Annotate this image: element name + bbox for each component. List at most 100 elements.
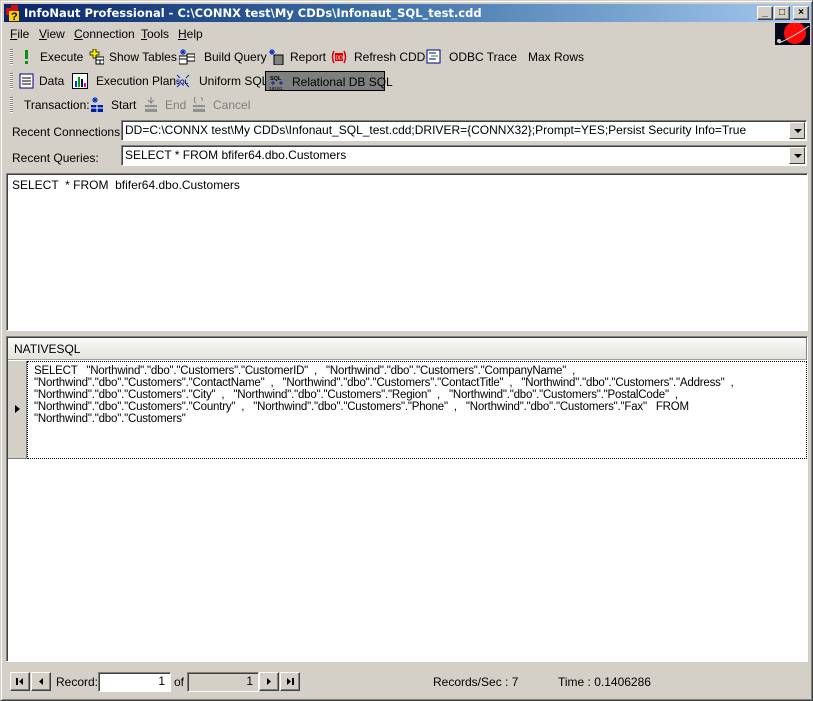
previous-record-icon — [39, 678, 43, 685]
query-time: Time : 0.1406286 — [558, 675, 651, 689]
last-record-icon — [287, 678, 294, 685]
title-bar[interactable]: ? InfoNaut Professional - C:\CONNX test\… — [4, 4, 811, 22]
first-record-icon — [16, 678, 23, 685]
report-label: Report — [290, 50, 327, 64]
refresh-cdd-label: Refresh CDD — [354, 50, 426, 64]
toolbar-grip[interactable] — [10, 73, 13, 89]
execute-button[interactable]: Execute — [19, 47, 83, 67]
refresh-cdd-icon: DD — [331, 50, 347, 64]
svg-text:SQL: SQL — [270, 76, 282, 82]
menu-help[interactable]: Help — [178, 27, 203, 41]
transaction-end-label: End — [165, 98, 187, 112]
menu-file[interactable]: File — [10, 27, 29, 41]
build-query-button[interactable]: Build Query — [179, 47, 267, 67]
brand-logo — [775, 23, 810, 45]
of-label: of — [174, 675, 185, 689]
relational-db-sql-label: Relational DB SQL — [292, 75, 393, 89]
record-navigation-bar: Record: 1 of 1 Records/Sec : 7 Time : 0.… — [1, 669, 811, 697]
bar-chart-icon — [72, 73, 88, 89]
transaction-start-label: Start — [111, 98, 137, 112]
execute-label: Execute — [40, 50, 84, 64]
maximize-button[interactable]: □ — [774, 6, 790, 20]
next-record-button[interactable] — [259, 672, 279, 691]
recent-connections-label: Recent Connections: — [12, 125, 124, 139]
max-rows-label: Max Rows — [528, 50, 585, 64]
next-record-icon — [267, 678, 271, 685]
transaction-label: Transaction: — [24, 98, 90, 112]
uniform-sql-icon: SQL — [176, 74, 190, 88]
max-rows-button[interactable]: Max Rows — [522, 47, 585, 67]
last-record-button[interactable] — [280, 672, 300, 691]
recent-connections-dropdown-button[interactable] — [789, 122, 805, 139]
uniform-sql-button[interactable]: SQL Uniform SQL — [175, 71, 268, 91]
menu-view-accel: V — [39, 27, 47, 41]
menu-bar: File View Connection Tools Help — [4, 24, 764, 44]
data-view-button[interactable]: Data — [19, 71, 67, 91]
minimize-icon: _ — [762, 7, 768, 18]
transaction-cancel-button[interactable]: Cancel — [191, 95, 251, 115]
close-button[interactable]: × — [793, 6, 809, 20]
data-icon — [19, 73, 34, 89]
data-view-label: Data — [39, 74, 65, 88]
report-icon — [269, 49, 284, 65]
show-tables-label: Show Tables — [109, 50, 177, 64]
maximize-icon: □ — [778, 7, 786, 18]
transaction-cancel-label: Cancel — [213, 98, 251, 112]
recent-connections-combo[interactable]: DD=C:\CONNX test\My CDDs\Infonaut_SQL_te… — [121, 120, 807, 141]
recent-queries-combo[interactable]: SELECT * FROM bfifer64.dbo.Customers — [121, 145, 807, 166]
svg-text:10101: 10101 — [269, 86, 283, 90]
menu-tools-label: ools — [147, 27, 170, 41]
current-record-input[interactable]: 1 — [98, 672, 171, 692]
svg-text:DD: DD — [336, 56, 344, 62]
odbc-trace-label: ODBC Trace — [449, 50, 518, 64]
odbc-trace-icon — [426, 49, 441, 64]
table-cell-nativesql[interactable]: SELECT "Northwind"."dbo"."Customers"."Cu… — [27, 361, 807, 459]
toolbar-grip[interactable] — [10, 97, 13, 113]
report-button[interactable]: Report — [268, 47, 328, 67]
menu-connection[interactable]: Connection — [74, 27, 135, 41]
execution-plan-button[interactable]: Execution Plan — [72, 71, 176, 91]
transaction-start-icon — [91, 97, 103, 112]
recent-connections-value: DD=C:\CONNX test\My CDDs\Infonaut_SQL_te… — [125, 123, 747, 137]
app-window: ? InfoNaut Professional - C:\CONNX test\… — [0, 0, 813, 701]
minimize-button[interactable]: _ — [757, 6, 773, 20]
window-title: InfoNaut Professional - C:\CONNX test\My… — [24, 6, 482, 20]
main-toolbar: Execute Show Tables Build Query Report D… — [7, 46, 594, 68]
records-per-sec: Records/Sec : 7 — [433, 675, 519, 689]
menu-file-label: ile — [17, 27, 30, 41]
app-icon: ? — [6, 5, 19, 21]
menu-help-label: elp — [186, 27, 203, 41]
transaction-toolbar: Transaction: Start End Cancel — [7, 94, 255, 116]
refresh-cdd-button[interactable]: DD Refresh CDD — [331, 47, 425, 67]
build-query-icon — [179, 49, 195, 65]
column-header-nativesql[interactable]: NATIVESQL — [8, 338, 807, 360]
view-toolbar: Data Execution Plan SQL Uniform SQL SQL 1… — [7, 70, 393, 92]
relational-sql-icon: SQL 10101 — [269, 76, 283, 90]
close-icon: × — [798, 7, 804, 18]
transaction-start-button[interactable]: Start — [89, 95, 139, 115]
transaction-end-button[interactable]: End — [143, 95, 187, 115]
planet-icon — [777, 23, 810, 44]
show-tables-icon — [89, 49, 104, 65]
sql-editor[interactable]: SELECT * FROM bfifer64.dbo.Customers — [6, 173, 808, 331]
svg-text:?: ? — [11, 11, 18, 21]
recent-queries-dropdown-button[interactable] — [789, 147, 805, 164]
uniform-sql-label: Uniform SQL — [199, 74, 269, 88]
menu-view-label: iew — [46, 27, 65, 41]
relational-db-sql-button[interactable]: SQL 10101 Relational DB SQL — [265, 71, 393, 91]
toolbar-grip[interactable] — [10, 49, 13, 65]
previous-record-button[interactable] — [31, 672, 51, 691]
menu-tools[interactable]: Tools — [141, 27, 169, 41]
row-selector[interactable] — [8, 361, 27, 459]
first-record-button[interactable] — [10, 672, 30, 691]
build-query-label: Build Query — [204, 50, 267, 64]
menu-connection-label: onnection — [82, 27, 135, 41]
current-row-arrow-icon — [15, 405, 20, 413]
show-tables-button[interactable]: Show Tables — [88, 47, 177, 67]
recent-queries-label: Recent Queries: — [12, 151, 99, 165]
menu-connection-accel: C — [74, 27, 83, 41]
exclamation-icon — [25, 50, 28, 64]
recent-queries-value: SELECT * FROM bfifer64.dbo.Customers — [125, 148, 347, 162]
menu-view[interactable]: View — [39, 27, 65, 41]
odbc-trace-button[interactable]: ODBC Trace — [426, 47, 517, 67]
